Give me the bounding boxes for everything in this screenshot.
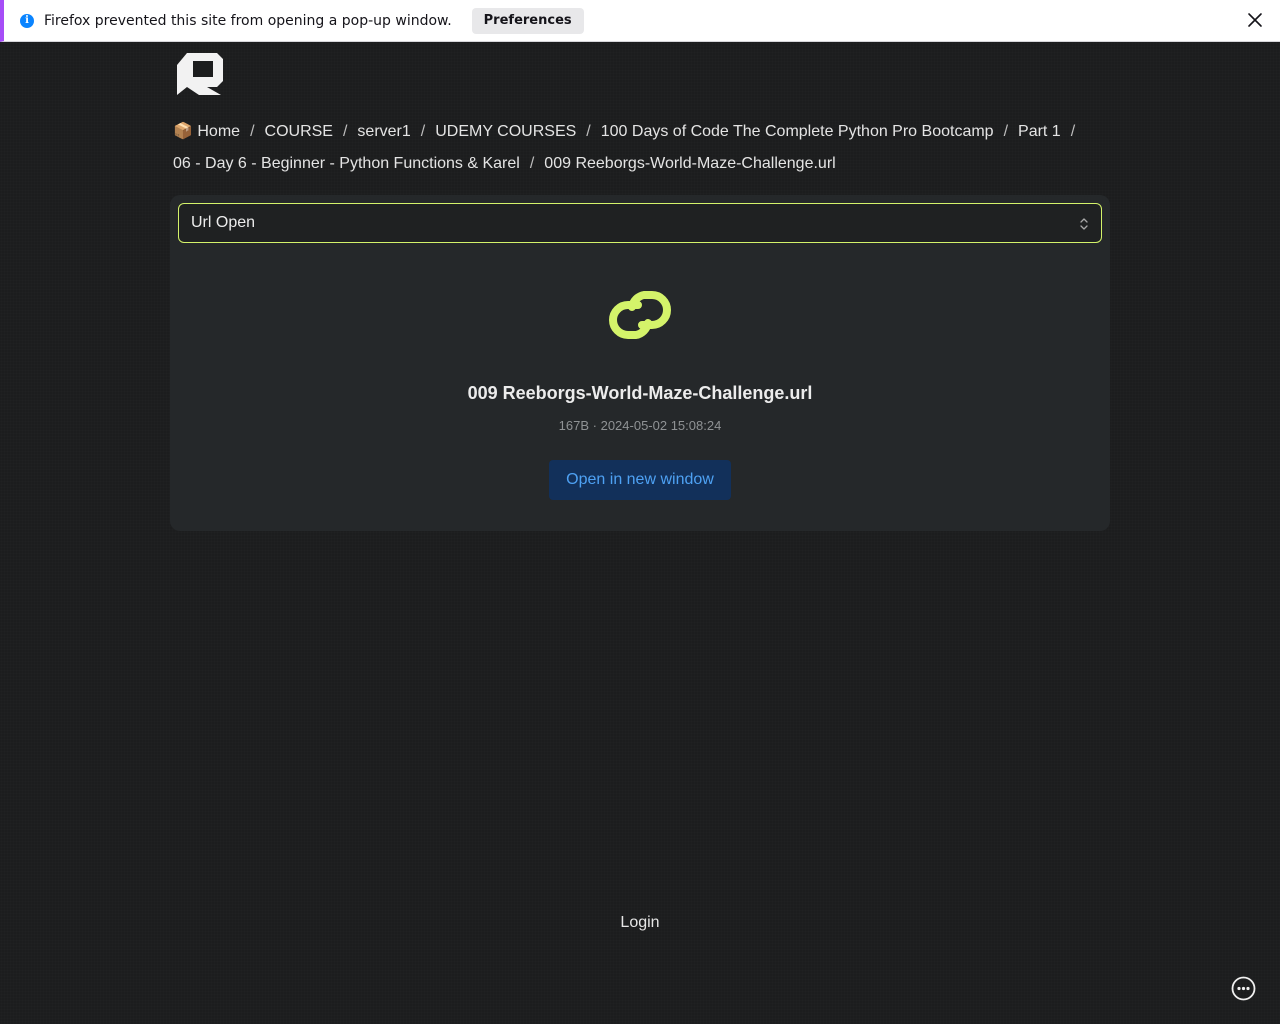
- breadcrumb-item[interactable]: 100 Days of Code The Complete Python Pro…: [601, 123, 994, 140]
- site-logo[interactable]: [177, 51, 223, 95]
- breadcrumb-item[interactable]: 06 - Day 6 - Beginner - Python Functions…: [173, 155, 520, 172]
- open-in-new-window-button[interactable]: Open in new window: [549, 460, 731, 500]
- breadcrumb-item[interactable]: Part 1: [1018, 123, 1061, 140]
- info-icon: i: [20, 13, 34, 28]
- breadcrumb-item[interactable]: server1: [357, 123, 410, 140]
- breadcrumb-home[interactable]: 📦 Home: [173, 123, 240, 140]
- popup-blocked-notification: i Firefox prevented this site from openi…: [0, 0, 1280, 42]
- link-icon: [600, 283, 680, 347]
- login-label: Login: [620, 914, 660, 931]
- viewer-mode-select[interactable]: Url Open: [178, 203, 1102, 243]
- breadcrumb-separator: /: [250, 123, 255, 140]
- login-link[interactable]: Login: [0, 914, 1280, 932]
- breadcrumb-current[interactable]: 009 Reeborgs-World-Maze-Challenge.url: [544, 155, 835, 172]
- chevron-up-down-icon: [1079, 216, 1089, 232]
- close-icon[interactable]: [1246, 11, 1264, 29]
- file-meta: 167B · 2024-05-02 15:08:24: [558, 418, 722, 433]
- breadcrumb-separator: /: [342, 123, 348, 140]
- file-name: 009 Reeborgs-World-Maze-Challenge.url: [467, 383, 813, 403]
- breadcrumb-separator: /: [1070, 123, 1076, 140]
- breadcrumb-separator: /: [1003, 123, 1009, 140]
- notification-message: Firefox prevented this site from opening…: [44, 12, 452, 29]
- breadcrumb-item[interactable]: COURSE: [265, 123, 333, 140]
- breadcrumb-separator: /: [420, 123, 426, 140]
- more-options-icon[interactable]: [1231, 976, 1256, 1001]
- breadcrumb: 📦 Home / COURSE / server1 / UDEMY COURSES / 100 …: [173, 116, 1113, 180]
- viewer-mode-value: Url Open: [191, 214, 256, 231]
- breadcrumb-separator: /: [529, 155, 535, 172]
- package-icon: 📦: [173, 123, 193, 140]
- preferences-button[interactable]: Preferences: [471, 7, 584, 34]
- breadcrumb-item[interactable]: UDEMY COURSES: [435, 123, 576, 140]
- file-viewer-card: Url Open 009 Reeborgs-World-Maze-Challen…: [170, 195, 1110, 531]
- breadcrumb-separator: /: [586, 123, 591, 140]
